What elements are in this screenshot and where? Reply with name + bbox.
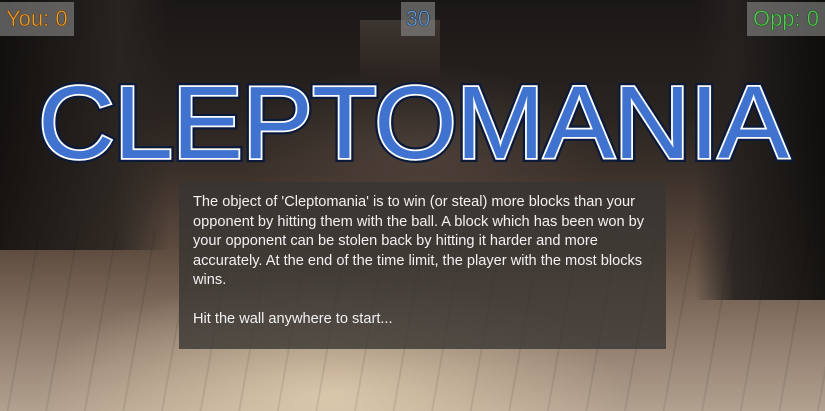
opponent-score: Opp: 0 xyxy=(746,2,825,36)
game-title-text: CLEPTOMANIA xyxy=(38,65,789,180)
instructions-text: The object of 'Cleptomania' is to win (o… xyxy=(193,194,645,288)
start-prompt: Hit the wall anywhere to start... xyxy=(193,311,393,327)
player-score: You: 0 xyxy=(0,2,74,36)
timer: 30 xyxy=(401,2,435,36)
game-title: CLEPTOMANIA CLEPTOMANIA xyxy=(34,61,794,180)
instructions-panel: The object of 'Cleptomania' is to win (o… xyxy=(179,182,666,349)
